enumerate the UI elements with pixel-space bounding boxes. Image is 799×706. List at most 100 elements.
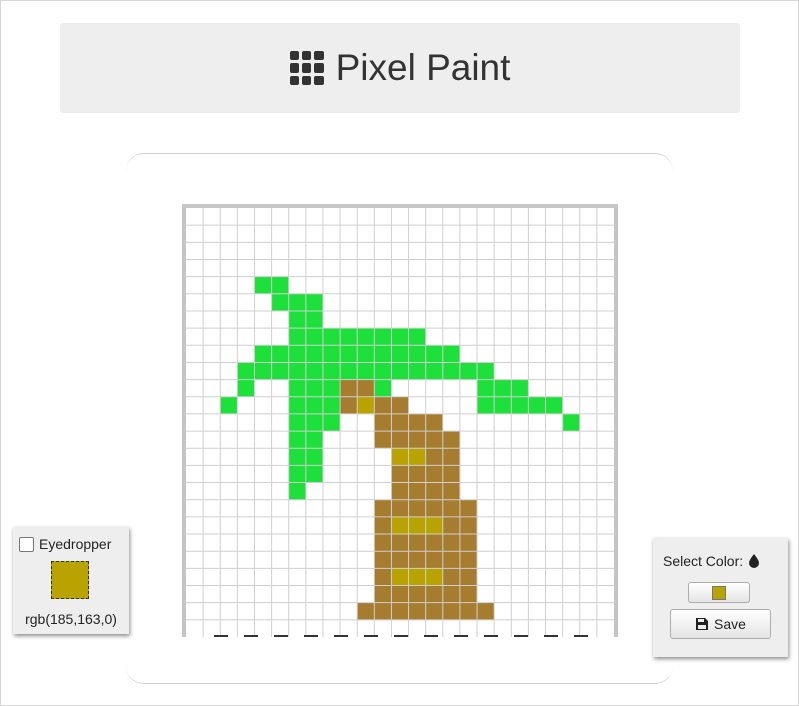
pixel-cell[interactable] — [459, 602, 478, 620]
pixel-cell[interactable] — [442, 602, 460, 620]
pixel-cell[interactable] — [442, 465, 460, 483]
pixel-cell[interactable] — [425, 499, 443, 517]
pixel-cell[interactable] — [254, 276, 272, 294]
pixel-cell[interactable] — [288, 310, 306, 329]
pixel-cell[interactable] — [391, 568, 409, 586]
pixel-cell[interactable] — [374, 499, 392, 517]
pixel-cell[interactable] — [288, 328, 306, 346]
pixel-cell[interactable] — [340, 396, 358, 414]
pixel-cell[interactable] — [408, 602, 426, 620]
pixel-cell[interactable] — [408, 585, 426, 603]
pixel-cell[interactable] — [374, 431, 392, 449]
pixel-cell[interactable] — [391, 482, 409, 500]
pixel-cell[interactable] — [408, 362, 426, 380]
pixel-cell[interactable] — [322, 328, 341, 346]
pixel-cell[interactable] — [237, 362, 255, 380]
eyedropper-label[interactable]: Eyedropper — [39, 536, 111, 552]
pixel-cell[interactable] — [562, 413, 580, 432]
pixel-cell[interactable] — [374, 568, 392, 586]
pixel-cell[interactable] — [374, 551, 392, 569]
pixel-cell[interactable] — [305, 448, 323, 466]
pixel-cell[interactable] — [374, 516, 392, 535]
pixel-cell[interactable] — [477, 602, 495, 620]
pixel-cell[interactable] — [425, 345, 443, 363]
pixel-cell[interactable] — [271, 345, 289, 363]
pixel-cell[interactable] — [288, 379, 306, 397]
pixel-cell[interactable] — [340, 328, 358, 346]
pixel-cell[interactable] — [357, 362, 375, 380]
pixel-cell[interactable] — [288, 362, 306, 380]
pixel-cell[interactable] — [391, 448, 409, 466]
pixel-cell[interactable] — [425, 568, 443, 586]
pixel-cell[interactable] — [425, 362, 443, 380]
pixel-cell[interactable] — [340, 345, 358, 363]
pixel-cell[interactable] — [425, 516, 443, 535]
pixel-cell[interactable] — [305, 328, 323, 346]
pixel-cell[interactable] — [408, 431, 426, 449]
pixel-cell[interactable] — [408, 551, 426, 569]
pixel-cell[interactable] — [391, 602, 409, 620]
color-picker-button[interactable] — [688, 582, 750, 603]
pixel-cell[interactable] — [340, 362, 358, 380]
pixel-cell[interactable] — [408, 413, 426, 432]
pixel-cell[interactable] — [511, 379, 529, 397]
pixel-cell[interactable] — [357, 602, 375, 620]
pixel-cell[interactable] — [305, 431, 323, 449]
pixel-cell[interactable] — [391, 362, 409, 380]
pixel-cell[interactable] — [374, 379, 392, 397]
pixel-cell[interactable] — [459, 362, 478, 380]
pixel-cell[interactable] — [357, 396, 375, 414]
pixel-cell[interactable] — [288, 396, 306, 414]
pixel-cell[interactable] — [374, 585, 392, 603]
pixel-cell[interactable] — [442, 448, 460, 466]
pixel-cell[interactable] — [391, 499, 409, 517]
pixel-cell[interactable] — [374, 534, 392, 552]
pixel-cell[interactable] — [391, 345, 409, 363]
pixel-cell[interactable] — [408, 465, 426, 483]
pixel-cell[interactable] — [374, 413, 392, 432]
pixel-cell[interactable] — [391, 585, 409, 603]
pixel-cell[interactable] — [391, 534, 409, 552]
pixel-cell[interactable] — [305, 310, 323, 329]
pixel-cell[interactable] — [288, 448, 306, 466]
pixel-cell[interactable] — [442, 431, 460, 449]
pixel-cell[interactable] — [271, 276, 289, 294]
save-button[interactable]: Save — [670, 609, 771, 639]
pixel-cell[interactable] — [408, 534, 426, 552]
pixel-cell[interactable] — [425, 534, 443, 552]
pixel-cell[interactable] — [459, 551, 478, 569]
pixel-cell[interactable] — [391, 516, 409, 535]
pixel-cell[interactable] — [442, 534, 460, 552]
pixel-cell[interactable] — [459, 499, 478, 517]
pixel-cell[interactable] — [408, 516, 426, 535]
pixel-cell[interactable] — [271, 293, 289, 311]
pixel-cell[interactable] — [288, 482, 306, 500]
pixel-cell[interactable] — [408, 328, 426, 346]
pixel-cell[interactable] — [408, 345, 426, 363]
pixel-cell[interactable] — [408, 482, 426, 500]
pixel-cell[interactable] — [340, 379, 358, 397]
pixel-cell[interactable] — [305, 293, 323, 311]
pixel-cell[interactable] — [220, 396, 238, 414]
pixel-cell[interactable] — [305, 362, 323, 380]
pixel-cell[interactable] — [322, 413, 341, 432]
pixel-cell[interactable] — [305, 379, 323, 397]
pixel-cell[interactable] — [442, 499, 460, 517]
pixel-cell[interactable] — [391, 551, 409, 569]
pixel-cell[interactable] — [442, 568, 460, 586]
pixel-cell[interactable] — [374, 345, 392, 363]
pixel-cell[interactable] — [408, 568, 426, 586]
pixel-cell[interactable] — [442, 551, 460, 569]
pixel-cell[interactable] — [425, 602, 443, 620]
pixel-cell[interactable] — [442, 362, 460, 380]
pixel-cell[interactable] — [357, 379, 375, 397]
pixel-cell[interactable] — [459, 534, 478, 552]
pixel-cell[interactable] — [322, 345, 341, 363]
pixel-cell[interactable] — [374, 602, 392, 620]
pixel-cell[interactable] — [374, 396, 392, 414]
pixel-canvas[interactable] — [182, 204, 618, 637]
pixel-cell[interactable] — [477, 362, 495, 380]
pixel-cell[interactable] — [271, 362, 289, 380]
pixel-cell[interactable] — [288, 431, 306, 449]
pixel-cell[interactable] — [425, 465, 443, 483]
